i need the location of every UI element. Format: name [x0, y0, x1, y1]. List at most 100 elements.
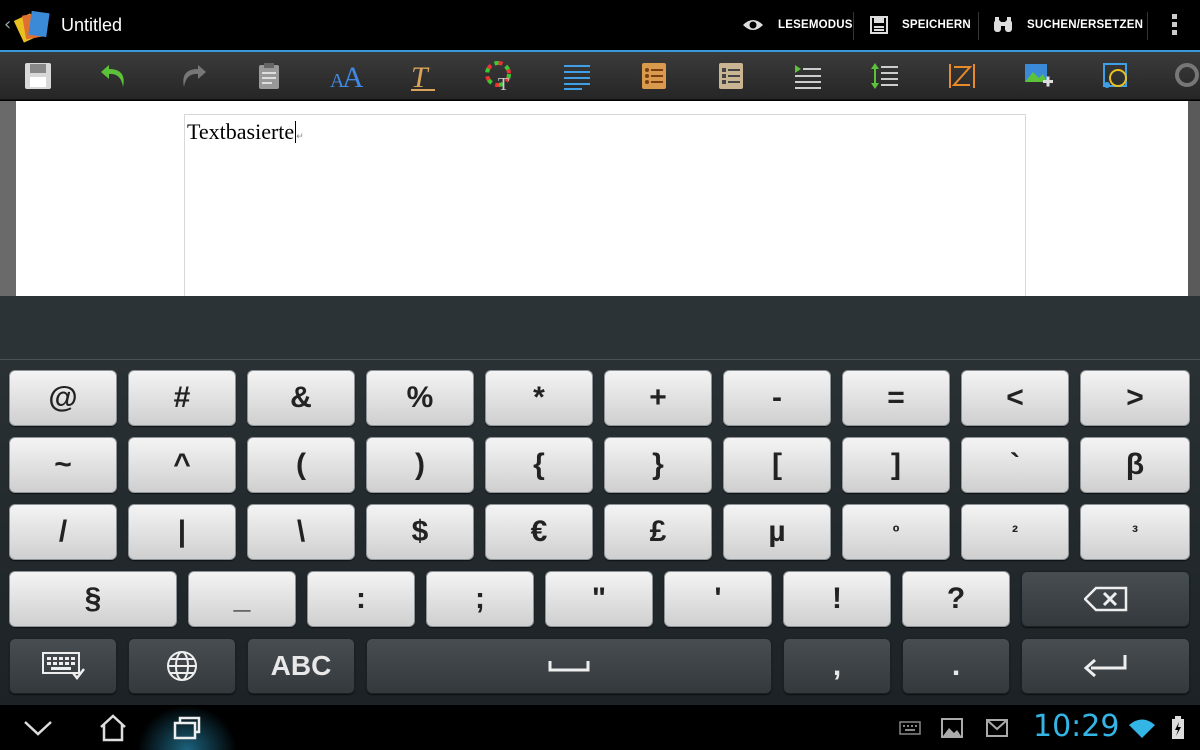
- left-margin-bar: [0, 101, 16, 296]
- column-icon[interactable]: [944, 58, 980, 94]
- key-at[interactable]: @: [9, 370, 117, 426]
- key-left-brace[interactable]: {: [485, 437, 593, 493]
- key-hash[interactable]: #: [128, 370, 236, 426]
- save-label: SPEICHERN: [902, 19, 971, 31]
- action-divider: [978, 12, 979, 40]
- key-dollar[interactable]: $: [366, 504, 474, 560]
- key-caret[interactable]: ^: [128, 437, 236, 493]
- back-nav-icon[interactable]: [20, 711, 56, 745]
- svg-text:T: T: [498, 74, 509, 92]
- undo-icon[interactable]: [97, 58, 133, 94]
- document-text[interactable]: Textbasierte ↵: [187, 119, 304, 145]
- enter-key[interactable]: [1021, 638, 1190, 694]
- document-page[interactable]: Textbasierte ↵: [184, 114, 1026, 296]
- binoculars-icon: [994, 17, 1012, 32]
- save-icon[interactable]: [20, 58, 56, 94]
- key-percent[interactable]: %: [366, 370, 474, 426]
- globe-icon: [167, 651, 197, 681]
- key-double-quote[interactable]: ": [545, 571, 653, 627]
- bullet-list-icon[interactable]: [636, 58, 672, 94]
- line-spacing-icon[interactable]: [867, 58, 903, 94]
- document-area[interactable]: Textbasierte ↵: [0, 101, 1200, 296]
- space-icon: [548, 661, 590, 672]
- symbol-keyboard: @ # & % * + - = < > ~ ^ ( ) { } [ ] ` β …: [0, 360, 1200, 705]
- key-left-paren[interactable]: (: [247, 437, 355, 493]
- language-key[interactable]: [128, 638, 236, 694]
- redo-icon[interactable]: [174, 58, 210, 94]
- key-superscript-three[interactable]: ³: [1080, 504, 1190, 560]
- key-less-than[interactable]: <: [961, 370, 1069, 426]
- keyboard-notification-icon[interactable]: [892, 711, 928, 745]
- key-comma[interactable]: ,: [783, 638, 891, 694]
- action-bar: ‹ Untitled LESEMODUS SPEICHERN SUCHEN/ER…: [0, 0, 1200, 52]
- key-backslash[interactable]: \: [247, 504, 355, 560]
- action-divider: [853, 12, 854, 40]
- image-notification-icon[interactable]: [934, 711, 970, 745]
- key-pipe[interactable]: |: [128, 504, 236, 560]
- abc-mode-key[interactable]: ABC: [247, 638, 355, 694]
- insert-image-icon[interactable]: [1021, 58, 1057, 94]
- backspace-key[interactable]: [1021, 571, 1190, 627]
- backspace-icon: [1083, 586, 1127, 612]
- reading-mode-button[interactable]: LESEMODUS: [742, 0, 853, 50]
- save-action-button[interactable]: SPEICHERN: [870, 0, 971, 50]
- document-title: Untitled: [61, 15, 123, 35]
- keyboard-settings-key[interactable]: [9, 638, 117, 694]
- clipboard-icon[interactable]: [251, 58, 287, 94]
- key-superscript-two[interactable]: ²: [961, 504, 1069, 560]
- home-icon[interactable]: [95, 711, 131, 745]
- svg-text:T: T: [411, 61, 430, 91]
- enter-icon: [1083, 655, 1126, 678]
- key-section[interactable]: §: [9, 571, 177, 627]
- key-left-bracket[interactable]: [: [723, 437, 831, 493]
- key-asterisk[interactable]: *: [485, 370, 593, 426]
- recent-apps-icon[interactable]: [169, 711, 205, 745]
- eye-icon: [743, 20, 763, 30]
- back-icon[interactable]: ‹: [4, 14, 11, 35]
- align-left-icon[interactable]: [559, 58, 595, 94]
- shape-icon[interactable]: [1098, 58, 1134, 94]
- action-divider: [1147, 12, 1148, 40]
- battery-charging-icon: [1160, 711, 1196, 745]
- text-color-icon[interactable]: T: [482, 58, 518, 94]
- key-exclamation[interactable]: !: [783, 571, 891, 627]
- indent-icon[interactable]: [790, 58, 826, 94]
- formatting-toolbar: AA T T: [0, 52, 1200, 100]
- key-slash[interactable]: /: [9, 504, 117, 560]
- key-ampersand[interactable]: &: [247, 370, 355, 426]
- key-tilde[interactable]: ~: [9, 437, 117, 493]
- key-underscore[interactable]: _: [188, 571, 296, 627]
- overflow-menu-icon[interactable]: [1172, 14, 1178, 38]
- key-right-brace[interactable]: }: [604, 437, 712, 493]
- key-semicolon[interactable]: ;: [426, 571, 534, 627]
- floppy-icon: [870, 16, 888, 34]
- search-replace-button[interactable]: SUCHEN/ERSETZEN: [993, 0, 1143, 50]
- key-single-quote[interactable]: ': [664, 571, 772, 627]
- key-backtick[interactable]: `: [961, 437, 1069, 493]
- key-colon[interactable]: :: [307, 571, 415, 627]
- key-right-bracket[interactable]: ]: [842, 437, 950, 493]
- key-equals[interactable]: =: [842, 370, 950, 426]
- space-key[interactable]: [366, 638, 772, 694]
- key-euro[interactable]: €: [485, 504, 593, 560]
- key-plus[interactable]: +: [604, 370, 712, 426]
- key-greater-than[interactable]: >: [1080, 370, 1190, 426]
- key-eszett[interactable]: β: [1080, 437, 1190, 493]
- font-size-icon[interactable]: AA: [328, 58, 364, 94]
- key-question[interactable]: ?: [902, 571, 1010, 627]
- search-replace-label: SUCHEN/ERSETZEN: [1027, 19, 1144, 31]
- key-right-paren[interactable]: ): [366, 437, 474, 493]
- text-style-icon[interactable]: T: [405, 58, 441, 94]
- search-icon[interactable]: [1166, 58, 1200, 94]
- numbered-list-icon[interactable]: [713, 58, 749, 94]
- key-period[interactable]: .: [902, 638, 1010, 694]
- mail-notification-icon[interactable]: [979, 711, 1015, 745]
- key-minus[interactable]: -: [723, 370, 831, 426]
- key-ordinal[interactable]: º: [842, 504, 950, 560]
- svg-text:A: A: [342, 61, 363, 91]
- app-logo-icon[interactable]: [14, 6, 54, 46]
- key-pound[interactable]: £: [604, 504, 712, 560]
- key-micro[interactable]: µ: [723, 504, 831, 560]
- status-clock: 10:29: [1033, 709, 1120, 744]
- keyboard-check-icon: [42, 652, 85, 681]
